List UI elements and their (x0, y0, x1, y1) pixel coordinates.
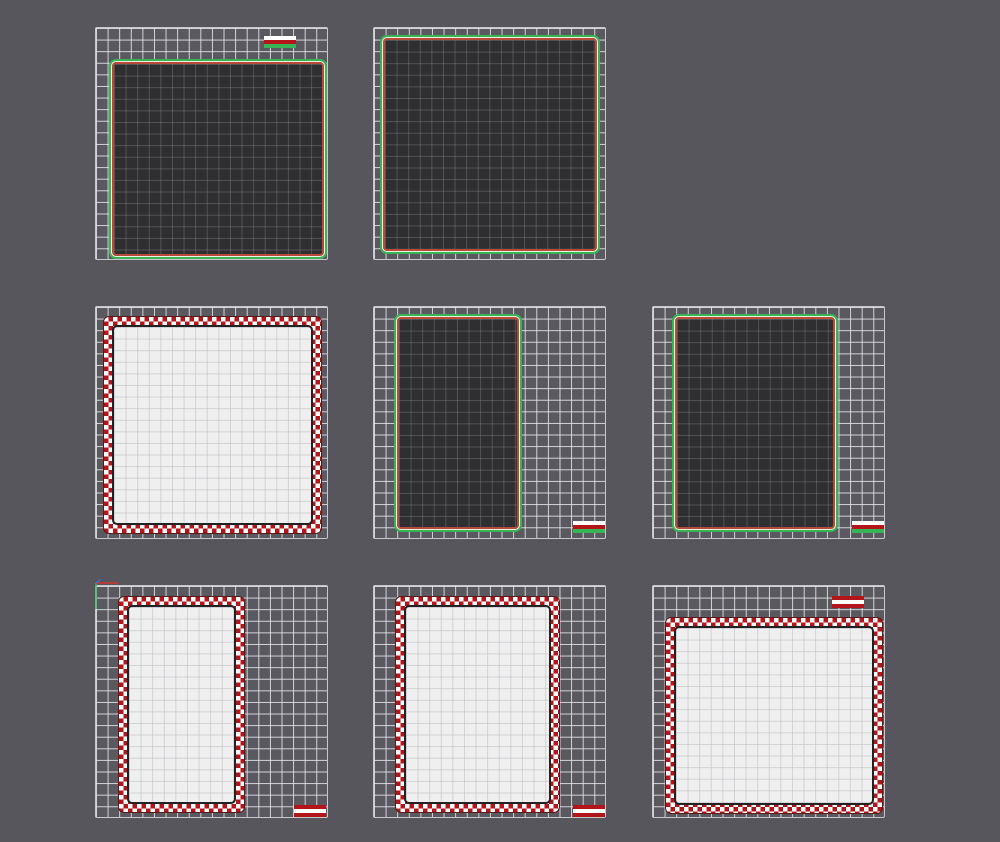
build-plate-8[interactable] (652, 585, 885, 818)
plate-marker-icon (573, 521, 605, 533)
part-light-2[interactable] (118, 596, 245, 813)
part-dark-2[interactable] (383, 38, 597, 251)
build-plate-5[interactable] (652, 306, 885, 539)
build-plate-7[interactable] (373, 585, 606, 818)
part-light-3[interactable] (395, 596, 560, 813)
plate-marker-icon (852, 521, 884, 533)
build-plate-2[interactable] (373, 27, 606, 260)
build-plate-6[interactable] (95, 585, 328, 818)
build-plate-4[interactable] (373, 306, 606, 539)
part-light-3-top (404, 605, 551, 804)
part-dark-3[interactable] (397, 317, 519, 529)
xyz-axis-icon (95, 579, 118, 609)
build-plate-1[interactable] (95, 27, 328, 260)
part-light-1[interactable] (103, 316, 322, 534)
plate-marker-icon (264, 36, 296, 48)
plate-marker-icon (832, 596, 864, 608)
part-light-4[interactable] (665, 617, 883, 814)
part-dark-1[interactable] (112, 62, 324, 256)
plate-marker-icon (573, 805, 605, 817)
plate-marker-icon (294, 805, 326, 817)
build-plate-3[interactable] (95, 306, 328, 539)
part-dark-4[interactable] (675, 317, 835, 529)
part-light-4-top (674, 626, 874, 805)
part-light-1-top (112, 325, 313, 525)
part-light-2-top (127, 605, 236, 804)
